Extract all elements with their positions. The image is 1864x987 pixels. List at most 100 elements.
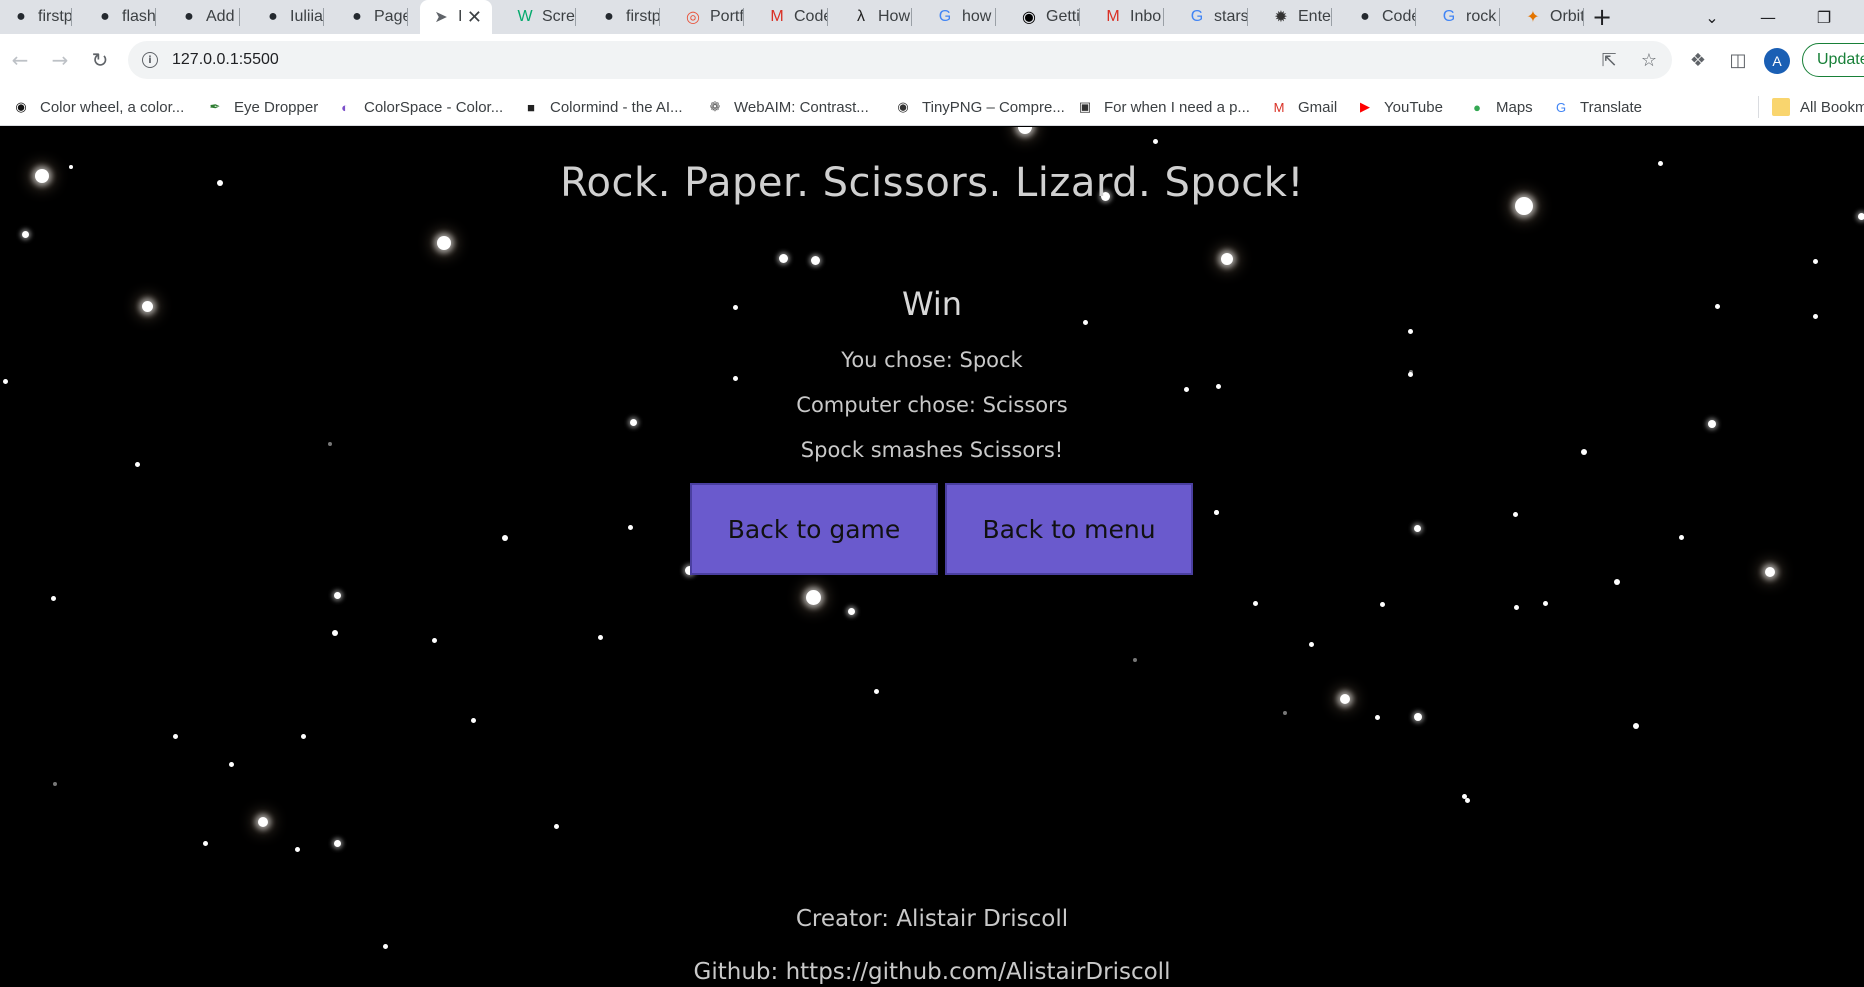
- share-icon[interactable]: ⇱: [1598, 49, 1620, 71]
- browser-tab[interactable]: λ How: [840, 0, 912, 34]
- tab-divider: [239, 8, 240, 26]
- bookmark-label: Gmail: [1298, 98, 1338, 116]
- browser-tab[interactable]: ✹ Enter: [1260, 0, 1332, 34]
- site-info-icon[interactable]: i: [142, 52, 158, 68]
- tab-divider: [1415, 8, 1416, 26]
- google-icon: G: [938, 8, 952, 25]
- tab-search-icon[interactable]: ⌄: [1686, 0, 1738, 34]
- star: [1413, 524, 1421, 532]
- google-icon: G: [1190, 8, 1204, 25]
- tab-label: Page: [374, 8, 408, 25]
- bookmark-item[interactable]: ◐ ColorSpace - Color...: [336, 96, 503, 118]
- star: [1633, 723, 1639, 729]
- minimize-icon[interactable]: —: [1742, 0, 1794, 34]
- star: [1857, 212, 1864, 220]
- star: [437, 236, 451, 250]
- browser-tab[interactable]: ● Iuliia: [252, 0, 324, 34]
- forward-icon[interactable]: →: [44, 44, 76, 76]
- browser-tab[interactable]: ➤ I ✕: [420, 0, 492, 34]
- star: [333, 591, 341, 599]
- side-panel-icon[interactable]: ◫: [1726, 48, 1750, 72]
- bookmark-item[interactable]: ▣ For when I need a p...: [1076, 96, 1250, 118]
- tab-divider: [323, 8, 324, 26]
- star: [332, 630, 338, 636]
- star: [1407, 371, 1413, 377]
- browser-tab[interactable]: ● Code: [1344, 0, 1416, 34]
- extensions-icon[interactable]: ❖: [1686, 48, 1710, 72]
- browser-tab[interactable]: M Inbo: [1092, 0, 1164, 34]
- star: [553, 823, 559, 829]
- star: [382, 943, 388, 949]
- star: [1152, 138, 1158, 144]
- github-icon: ●: [268, 8, 278, 25]
- gmail-icon: M: [770, 8, 784, 25]
- tab-divider: [575, 8, 576, 26]
- target-icon: ◎: [686, 9, 700, 26]
- browser-tab[interactable]: ● Add: [168, 0, 240, 34]
- bookmark-item[interactable]: ■ Colormind - the AI...: [522, 96, 683, 118]
- star: [1708, 420, 1716, 428]
- update-button[interactable]: Update: [1802, 43, 1864, 77]
- browser-tab[interactable]: ✦ Orbit: [1512, 0, 1584, 34]
- bookmark-label: ColorSpace - Color...: [364, 98, 504, 116]
- bookmark-label: Colormind - the AI...: [550, 98, 683, 116]
- bookmark-item[interactable]: ◉ TinyPNG – Compre...: [894, 96, 1065, 118]
- medium-icon: ◉: [1022, 9, 1036, 26]
- colormind-icon: ■: [527, 99, 535, 115]
- browser-tab[interactable]: Grock: [1428, 0, 1500, 34]
- outcome-text: Spock smashes Scissors!: [800, 438, 1064, 462]
- star: [627, 524, 633, 530]
- star: [1183, 386, 1189, 392]
- bookmark-item[interactable]: ❁ WebAIM: Contrast...: [706, 96, 869, 118]
- browser-tab[interactable]: Ghow: [924, 0, 996, 34]
- tab-label: Enter: [1298, 8, 1332, 25]
- result-heading: Win: [901, 285, 963, 323]
- bookmark-item[interactable]: ◉ Color wheel, a color...: [12, 96, 184, 118]
- back-icon[interactable]: ←: [4, 44, 36, 76]
- bookmark-star-icon[interactable]: ☆: [1638, 49, 1660, 71]
- new-tab-button[interactable]: +: [1576, 0, 1628, 34]
- github-link[interactable]: Github: https://github.com/AlistairDrisc…: [0, 959, 1864, 985]
- browser-tab[interactable]: W Scree: [504, 0, 576, 34]
- bookmark-item[interactable]: G Translate: [1552, 96, 1642, 118]
- github-icon: ●: [1360, 8, 1370, 25]
- star: [202, 840, 208, 846]
- close-tab-icon[interactable]: ✕: [467, 7, 482, 28]
- tab-divider: [1331, 8, 1332, 26]
- star: [1215, 383, 1221, 389]
- browser-tab[interactable]: ● Page: [336, 0, 408, 34]
- bookmark-label: Eye Dropper: [234, 98, 319, 116]
- back-to-menu-button[interactable]: Back to menu: [945, 483, 1193, 575]
- tab-divider: [1499, 8, 1500, 26]
- all-bookmarks[interactable]: All Bookm: [1772, 96, 1864, 118]
- tab-label: Getti: [1046, 8, 1080, 25]
- browser-tab[interactable]: M Code: [756, 0, 828, 34]
- browser-tab[interactable]: ◎ Portf: [672, 0, 744, 34]
- tab-label: Add: [206, 8, 235, 25]
- bookmark-item[interactable]: ● Maps: [1468, 96, 1533, 118]
- reload-icon[interactable]: ↻: [84, 44, 116, 76]
- bookmark-label: Maps: [1496, 98, 1533, 116]
- bookmark-item[interactable]: ▶ YouTube: [1356, 96, 1443, 118]
- tab-label: Portf: [710, 8, 744, 25]
- browser-tab[interactable]: ● firstp: [588, 0, 660, 34]
- star: [1512, 511, 1518, 517]
- star: [1308, 641, 1314, 647]
- star: [53, 782, 57, 786]
- tab-divider: [743, 8, 744, 26]
- github-icon: ●: [352, 8, 362, 25]
- browser-tab[interactable]: ● firstp: [0, 0, 72, 34]
- browser-tab[interactable]: Gstars: [1176, 0, 1248, 34]
- back-to-game-button[interactable]: Back to game: [690, 483, 938, 575]
- address-bar[interactable]: i 127.0.0.1:5500 ⇱ ☆: [128, 41, 1672, 79]
- bookmark-item[interactable]: ✒ Eye Dropper: [206, 96, 319, 118]
- profile-avatar[interactable]: A: [1764, 48, 1790, 74]
- browser-tab[interactable]: ◉ Getti: [1008, 0, 1080, 34]
- browser-tab[interactable]: ● flash_: [84, 0, 156, 34]
- gmail-icon: M: [1106, 8, 1120, 25]
- star: [1513, 604, 1519, 610]
- bookmark-item[interactable]: M Gmail: [1270, 96, 1338, 118]
- star: [470, 717, 476, 723]
- restore-icon[interactable]: ❐: [1798, 0, 1850, 34]
- tab-divider: [71, 8, 72, 26]
